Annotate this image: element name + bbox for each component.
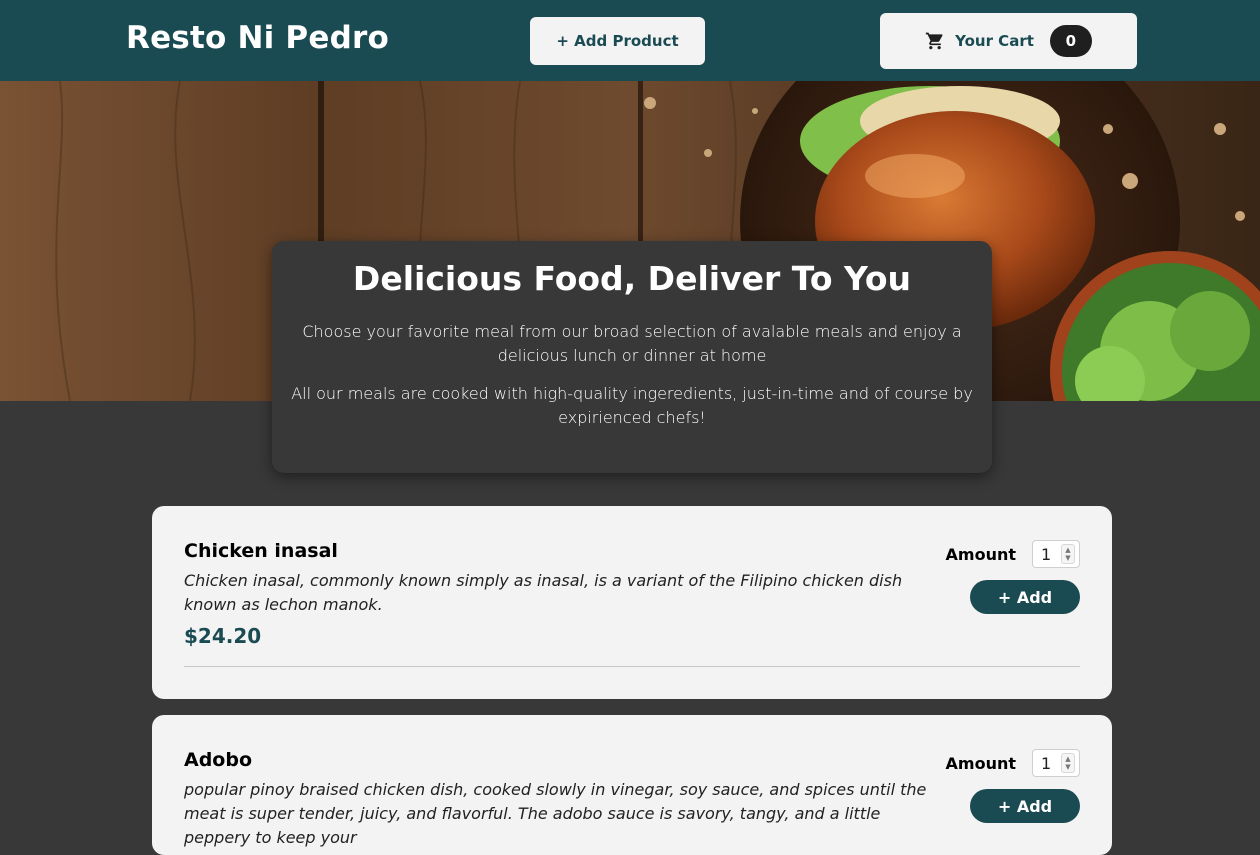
add-product-button[interactable]: + Add Product <box>530 17 705 65</box>
meal-name: Chicken inasal <box>184 540 338 562</box>
spinner-icon[interactable]: ▲ ▼ <box>1061 544 1075 564</box>
cart-button[interactable]: Your Cart 0 <box>880 13 1137 69</box>
amount-value: 1 <box>1041 544 1052 564</box>
amount-row: Amount 1 ▲ ▼ <box>946 540 1080 568</box>
amount-input[interactable]: 1 ▲ ▼ <box>1032 540 1080 568</box>
amount-row: Amount 1 ▲ ▼ <box>946 749 1080 777</box>
spinner-icon[interactable]: ▲ ▼ <box>1061 753 1075 773</box>
amount-label: Amount <box>945 753 1016 773</box>
meal-description: Chicken inasal, commonly known simply as… <box>184 571 903 614</box>
amount-value: 1 <box>1041 753 1052 773</box>
meal-name: Adobo <box>184 749 253 771</box>
add-to-cart-button[interactable]: + Add <box>970 580 1080 614</box>
meal-description: popular pinoy braised chicken dish, cook… <box>184 780 927 847</box>
amount-input[interactable]: 1 ▲ ▼ <box>1032 749 1080 777</box>
meal-price: $24.20 <box>184 624 262 648</box>
amount-label: Amount <box>945 544 1016 564</box>
shopping-cart-icon <box>925 31 945 51</box>
add-to-cart-button[interactable]: + Add <box>970 789 1080 823</box>
meal-divider <box>184 666 1080 667</box>
summary-title: Delicious Food, Deliver To You <box>352 259 912 298</box>
summary-card: Delicious Food, Deliver To You Choose yo… <box>272 241 992 473</box>
brand-title: Resto Ni Pedro <box>126 20 389 56</box>
cart-label: Your Cart <box>955 32 1034 50</box>
meal-card: Chicken inasal Chicken inasal, commonly … <box>152 506 1112 699</box>
summary-paragraph-2: All our meals are cooked with high-quali… <box>291 384 973 427</box>
cart-count-badge: 0 <box>1049 25 1092 57</box>
site-header: Resto Ni Pedro + Add Product Your Cart 0 <box>0 0 1260 81</box>
summary-paragraph-1: Choose your favorite meal from our broad… <box>302 322 962 365</box>
meal-card: Adobo popular pinoy braised chicken dish… <box>152 715 1112 855</box>
